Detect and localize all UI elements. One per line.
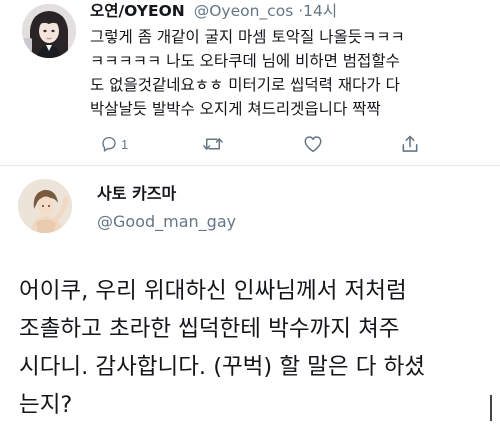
tweet-thread: 오연/OYEON @Oyeon_cos ·14시 그렇게 좀 개같이 굴지 마셈… <box>0 0 500 426</box>
timestamp[interactable]: 14시 <box>303 2 337 20</box>
tweet-divider <box>0 165 500 166</box>
share-button[interactable] <box>400 131 420 157</box>
reply-button[interactable]: 1 <box>100 131 128 157</box>
user-handle[interactable]: @Good_man_gay <box>97 211 236 233</box>
display-name[interactable]: 사토 카즈마 <box>97 183 176 205</box>
tweet-text-line: 그렇게 좀 개같이 굴지 마셈 토악질 나올듯ㅋㅋㅋ <box>90 28 405 46</box>
tweet-text-line: 조촐하고 초라한 씹덕한테 박수까지 쳐주 <box>19 316 400 342</box>
tweet-header: 오연/OYEON @Oyeon_cos ·14시 <box>90 1 337 21</box>
retweet-button[interactable] <box>202 131 224 157</box>
tweet-text-line: 는지? <box>19 392 73 418</box>
reply-count: 1 <box>121 136 129 152</box>
tweet-text-line: ㅋㅋㅋㅋㅋ 나도 오타쿠데 님에 비하면 범접할수 <box>90 52 400 70</box>
like-button[interactable] <box>303 131 323 157</box>
reply-icon <box>102 136 116 152</box>
tweet-text: 어이쿠, 우리 위대하신 인싸님께서 저처럼 조촐하고 초라한 씹덕한테 박수까… <box>19 272 489 424</box>
avatar[interactable] <box>22 4 76 58</box>
tweet-text-line: 어이쿠, 우리 위대하신 인싸님께서 저처럼 <box>19 278 407 304</box>
tweet-text-line: 시다니. 감사합니다. (꾸벅) 할 말은 다 하셨 <box>19 354 425 380</box>
avatar-image <box>18 179 72 233</box>
display-name[interactable]: 오연/OYEON <box>90 2 185 20</box>
tweet-text-line: 박살날듯 발박수 오지게 쳐드리겟읍니다 짝짝 <box>90 100 381 118</box>
tweet-text-line: 도 없을것같네요ㅎㅎ 미터기로 씹덕력 재다가 다 <box>90 76 400 94</box>
tweet-text: 그렇게 좀 개같이 굴지 마셈 토악질 나올듯ㅋㅋㅋ ㅋㅋㅋㅋㅋ 나도 오타쿠데… <box>90 25 495 121</box>
avatar[interactable] <box>18 179 72 233</box>
tweet-actions: 1 <box>100 131 420 157</box>
heart-icon <box>304 136 322 153</box>
avatar-image <box>22 4 76 58</box>
tweet-original[interactable]: 오연/OYEON @Oyeon_cos ·14시 그렇게 좀 개같이 굴지 마셈… <box>0 0 500 163</box>
retweet-icon <box>203 138 223 150</box>
share-icon <box>402 135 418 152</box>
scroll-indicator <box>490 395 492 421</box>
user-handle[interactable]: @Oyeon_cos <box>194 2 294 20</box>
